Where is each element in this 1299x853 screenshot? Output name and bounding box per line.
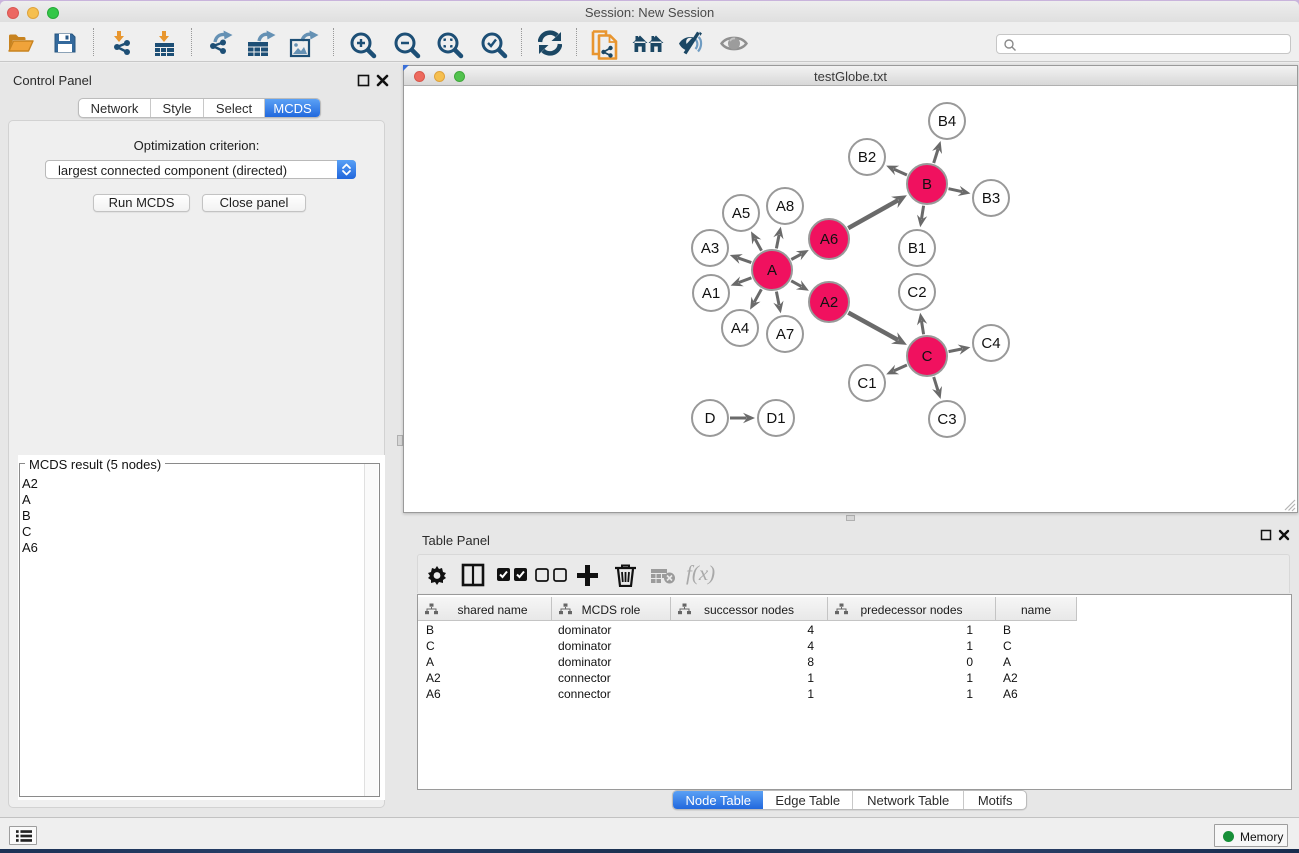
svg-text:B: B (922, 176, 932, 193)
svg-text:C2: C2 (907, 284, 926, 301)
svg-text:B1: B1 (908, 240, 926, 257)
svg-text:A3: A3 (701, 240, 719, 257)
svg-text:A4: A4 (731, 320, 749, 337)
svg-text:B4: B4 (938, 113, 956, 130)
svg-text:A2: A2 (820, 294, 838, 311)
svg-text:D: D (705, 410, 716, 427)
svg-text:B2: B2 (858, 149, 876, 166)
svg-text:C1: C1 (857, 375, 876, 392)
svg-text:C4: C4 (981, 335, 1000, 352)
svg-text:A1: A1 (702, 285, 720, 302)
svg-text:A6: A6 (820, 231, 838, 248)
svg-text:A: A (767, 262, 777, 279)
svg-text:B3: B3 (982, 190, 1000, 207)
svg-text:A8: A8 (776, 198, 794, 215)
svg-text:C3: C3 (937, 411, 956, 428)
svg-text:C: C (922, 348, 933, 365)
svg-text:D1: D1 (766, 410, 785, 427)
svg-text:A5: A5 (732, 205, 750, 222)
svg-text:A7: A7 (776, 326, 794, 343)
